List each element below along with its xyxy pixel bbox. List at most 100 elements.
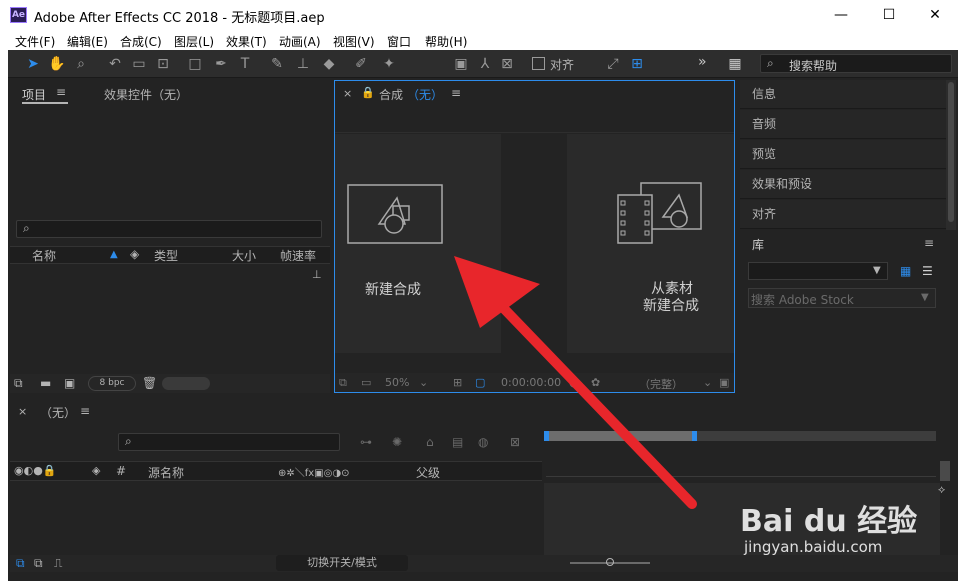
close-tab-icon[interactable]: ×	[18, 405, 27, 418]
hand-tool-icon[interactable]: ✋	[48, 55, 66, 73]
rectangle-tool-icon[interactable]: □	[186, 55, 204, 73]
header-divider	[335, 132, 734, 133]
comp-tab-label[interactable]: 合成	[379, 86, 403, 103]
expand-layer-switches-icon[interactable]: ⧉	[16, 556, 25, 571]
column-source-name[interactable]: 源名称	[148, 464, 184, 481]
timeline-tab[interactable]: （无）	[40, 404, 76, 421]
panel-info[interactable]: 信息	[740, 80, 946, 109]
draft-3d-icon[interactable]: ✺	[392, 435, 402, 449]
camera-tool-icon[interactable]: ▭	[130, 55, 148, 73]
flowchart-icon[interactable]: ⊥	[312, 268, 322, 281]
puppet-tool-icon[interactable]: ✦	[380, 55, 398, 73]
grid-icon[interactable]: ⊠	[498, 55, 516, 73]
maximize-button[interactable]: ☐	[866, 0, 912, 30]
tab-underline	[22, 102, 68, 104]
menu-help[interactable]: 帮助(H)	[425, 33, 467, 50]
timeline-footer: ⧉ ⧉ ⎍ 切换开关/模式	[10, 555, 958, 572]
list-view-icon[interactable]: ☰	[922, 264, 933, 278]
toggle-switches-modes-button[interactable]: 切换开关/模式	[276, 555, 408, 571]
stock-search-input[interactable]: 搜索 Adobe Stock ▼	[748, 288, 936, 308]
chevron-down-icon[interactable]: ⌄	[419, 376, 428, 389]
right-scrollbar[interactable]	[946, 80, 956, 230]
tab-effect-controls[interactable]: 效果控件（无）	[104, 86, 188, 103]
timeline-scrollbar[interactable]	[940, 461, 950, 481]
switches-icon[interactable]: ⊕✲＼fx▣◎◑⊙	[278, 464, 349, 479]
roto-brush-tool-icon[interactable]: ✐	[352, 55, 370, 73]
pan-behind-tool-icon[interactable]: ⊡	[154, 55, 172, 73]
menu-view[interactable]: 视图(V)	[333, 33, 375, 50]
library-select[interactable]: ▼	[748, 262, 888, 280]
panel-audio[interactable]: 音频	[740, 110, 946, 139]
panel-effects-presets[interactable]: 效果和预设	[740, 170, 946, 199]
new-comp-icon	[347, 184, 443, 244]
comp-mini-flowchart-icon[interactable]: ⊶	[360, 435, 372, 449]
menu-layer[interactable]: 图层(L)	[174, 33, 214, 50]
always-preview-icon[interactable]: ⧉	[339, 376, 347, 390]
close-button[interactable]: ✕	[912, 0, 958, 30]
eraser-tool-icon[interactable]: ◆	[320, 55, 338, 73]
minimize-button[interactable]: —	[818, 0, 864, 30]
workspace-more-button[interactable]: »	[698, 54, 707, 70]
pen-tool-icon[interactable]: ✒	[212, 55, 230, 73]
column-number[interactable]: #	[116, 464, 126, 478]
column-framerate[interactable]: 帧速率	[280, 247, 316, 264]
project-scrollbar[interactable]	[162, 377, 210, 390]
panel-menu-icon[interactable]: ≡	[56, 85, 66, 99]
panel-align[interactable]: 对齐	[740, 200, 946, 229]
sort-ascending-icon[interactable]: ▲	[110, 249, 118, 260]
brush-tool-icon[interactable]: ✎	[268, 55, 286, 73]
interpret-footage-icon[interactable]: ⧉	[14, 376, 23, 391]
menu-composition[interactable]: 合成(C)	[120, 33, 162, 50]
lock-icon[interactable]: 🔒	[361, 86, 375, 99]
column-type[interactable]: 类型	[154, 247, 178, 264]
snapping-icon[interactable]: ▣	[452, 55, 470, 73]
panel-menu-icon[interactable]: ≡	[924, 236, 934, 250]
zoom-tool-icon[interactable]: ⌕	[72, 55, 90, 73]
monitor-icon[interactable]: ▭	[361, 376, 371, 389]
label-tag-icon[interactable]: ◈	[92, 464, 100, 477]
rotate-tool-icon[interactable]: ↶	[106, 55, 124, 73]
search-help-input[interactable]: ⌕ 搜索帮助	[760, 54, 952, 73]
av-features-icon[interactable]: ◉◐●🔒	[14, 464, 57, 477]
comp-button-icon[interactable]: ⟡	[938, 483, 945, 497]
fast-preview-icon[interactable]: ▣	[719, 376, 729, 389]
zoom-slider-thumb[interactable]	[606, 558, 614, 566]
zoom-select[interactable]: 50%	[385, 376, 409, 389]
panel-preview[interactable]: 预览	[740, 140, 946, 169]
menu-edit[interactable]: 编辑(E)	[67, 33, 108, 50]
project-search-input[interactable]: ⌕	[16, 220, 322, 238]
library-tab[interactable]: 库	[752, 236, 764, 253]
expand-transfer-controls-icon[interactable]: ⧉	[34, 556, 43, 571]
menu-window[interactable]: 窗口	[387, 33, 411, 50]
align-checkbox[interactable]	[532, 57, 545, 70]
timeline-search-input[interactable]: ⌕	[118, 433, 340, 451]
new-composition-icon[interactable]: ▣	[64, 376, 75, 390]
workspace-icon[interactable]: ▦	[726, 55, 744, 73]
expand-in-out-icon[interactable]: ⎍	[54, 556, 62, 571]
label-tag-icon[interactable]: ◈	[130, 247, 139, 261]
close-tab-icon[interactable]: ×	[343, 87, 352, 100]
baidu-watermark-logo: Bai du 经验	[740, 504, 918, 539]
type-tool-icon[interactable]: T	[236, 55, 254, 73]
panel-menu-icon[interactable]: ≡	[451, 86, 461, 100]
trash-icon[interactable]: 🗑	[142, 376, 157, 390]
menu-file[interactable]: 文件(F)	[15, 33, 55, 50]
selection-tool-icon[interactable]: ➤	[24, 55, 42, 73]
comp-tab-name[interactable]: （无）	[407, 86, 443, 103]
scrollbar-thumb[interactable]	[948, 82, 954, 222]
panel-menu-icon[interactable]: ≡	[80, 404, 90, 418]
tab-project[interactable]: 项目	[22, 86, 46, 103]
axis-icon[interactable]: ⅄	[476, 55, 494, 73]
grid-view-icon[interactable]: ▦	[900, 264, 911, 278]
menu-effect[interactable]: 效果(T)	[226, 33, 267, 50]
column-size[interactable]: 大小	[232, 247, 256, 264]
column-name[interactable]: 名称	[32, 247, 56, 264]
bit-depth-button[interactable]: 8 bpc	[88, 376, 136, 391]
column-parent[interactable]: 父级	[416, 464, 440, 481]
clone-stamp-tool-icon[interactable]: ⊥	[294, 55, 312, 73]
snap-grid-icon[interactable]: ⊞	[628, 55, 646, 73]
menu-animation[interactable]: 动画(A)	[279, 33, 321, 50]
snap-icon[interactable]: ⤢	[604, 55, 622, 73]
new-folder-icon[interactable]: ▬	[40, 376, 51, 390]
shy-icon[interactable]: ⌂	[426, 435, 434, 449]
